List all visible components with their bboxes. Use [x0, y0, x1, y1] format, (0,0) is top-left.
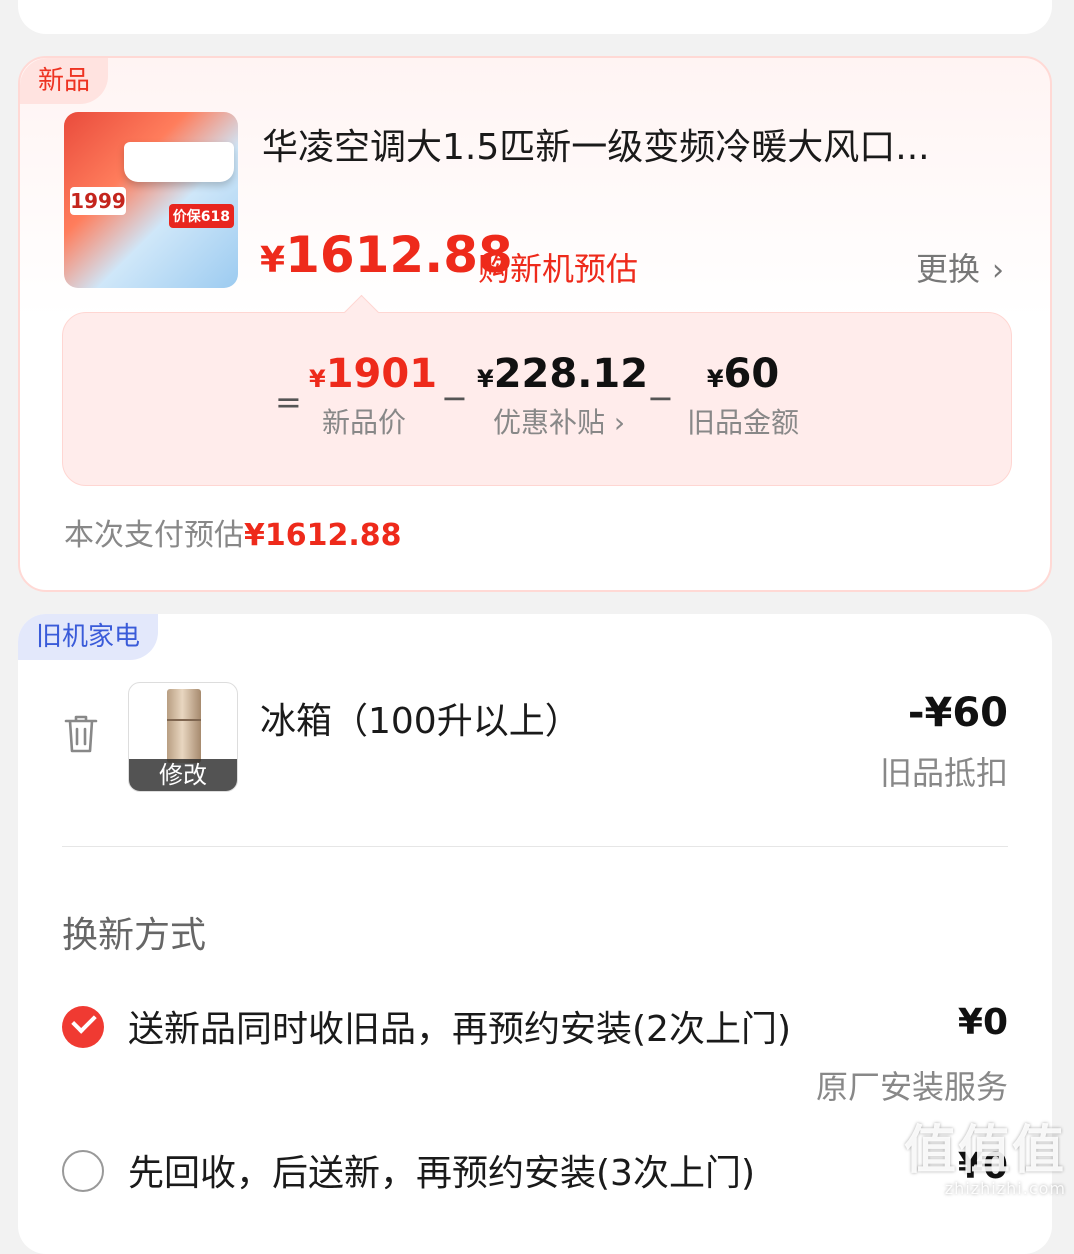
radio-checked-icon[interactable] [62, 1006, 104, 1048]
payment-estimate-label: 本次支付预估 [64, 518, 244, 553]
subsidy-label: 优惠补贴 › [492, 406, 626, 439]
thumb-badge: 价保618 [168, 204, 234, 228]
new-price-block: ¥1901 新品价 [309, 351, 438, 441]
subsidy-block[interactable]: ¥228.12 优惠补贴 › [477, 351, 649, 441]
new-price-value: ¥1901 [309, 351, 438, 397]
chevron-right-icon: › [992, 253, 1004, 288]
minus-sign: − [441, 379, 468, 417]
old-item-card: 旧机家电 修改 冰箱（100升以上） -¥60 旧品抵扣 换新方式 送新品同时收… [18, 614, 1052, 1254]
trash-icon[interactable] [64, 714, 98, 754]
option-price: ¥0 [957, 1002, 1008, 1043]
payment-estimate-value: ¥1612.88 [244, 518, 402, 553]
old-amount-block: ¥60 旧品金额 [683, 351, 803, 441]
radio-unchecked-icon[interactable] [62, 1150, 104, 1192]
minus-sign-2: − [647, 379, 674, 417]
watermark-url: zhizhizhi.com [944, 1179, 1066, 1198]
product-title[interactable]: 华凌空调大1.5匹新一级变频冷暖大风口... [262, 118, 1022, 170]
option-sub: 原厂安装服务 [815, 1068, 1008, 1106]
old-item-deduction: -¥60 [907, 690, 1008, 736]
equals-sign: = [275, 383, 302, 421]
option-label: 先回收，后送新，再预约安装(3次上门) [128, 1153, 755, 1194]
price-currency: ¥ [260, 240, 286, 281]
old-item-tag: 旧机家电 [18, 614, 159, 660]
price-note: 购新机预估 [478, 250, 639, 288]
new-price-label: 新品价 [321, 406, 406, 439]
change-button[interactable]: 更换 › [916, 244, 1004, 290]
divider [62, 846, 1008, 847]
air-conditioner-thumbnail[interactable]: 1999 价保618 [64, 112, 238, 288]
old-amount-value: ¥60 [706, 351, 780, 397]
option-label: 送新品同时收旧品，再预约安装(2次上门) [128, 1009, 791, 1050]
previous-card [18, 0, 1052, 34]
payment-estimate: 本次支付预估¥1612.88 [64, 510, 402, 554]
change-label: 更换 [915, 250, 980, 288]
chevron-right-icon: › [613, 406, 626, 439]
fridge-image [167, 689, 201, 763]
watermark-logo: 值值值 [903, 1121, 1066, 1181]
new-item-tag: 新品 [20, 58, 109, 104]
method-option-1[interactable]: 送新品同时收旧品，再预约安装(2次上门) ¥0 原厂安装服务 [62, 1000, 1008, 1106]
watermark: 值值值 zhizhizhi.com [904, 1123, 1066, 1198]
method-option-2[interactable]: 先回收，后送新，再预约安装(3次上门) ¥0 [62, 1144, 1008, 1204]
fridge-thumbnail[interactable]: 修改 [128, 682, 238, 792]
edit-button[interactable]: 修改 [129, 759, 237, 791]
price-breakdown: = ¥1901 新品价 − ¥228.12 优惠补贴 › − ¥60 旧品金额 [62, 312, 1012, 486]
old-item-name: 冰箱（100升以上） [260, 701, 581, 742]
ac-unit-image [124, 142, 234, 182]
method-title: 换新方式 [62, 915, 207, 956]
old-item-deduction-label: 旧品抵扣 [879, 754, 1008, 792]
thumb-price: 1999 [70, 187, 126, 215]
new-item-card: 新品 1999 价保618 华凌空调大1.5匹新一级变频冷暖大风口... ¥16… [18, 56, 1052, 592]
subsidy-value: ¥228.12 [477, 351, 649, 397]
estimated-price: ¥1612.88 [260, 226, 513, 284]
old-amount-label: 旧品金额 [686, 406, 799, 439]
